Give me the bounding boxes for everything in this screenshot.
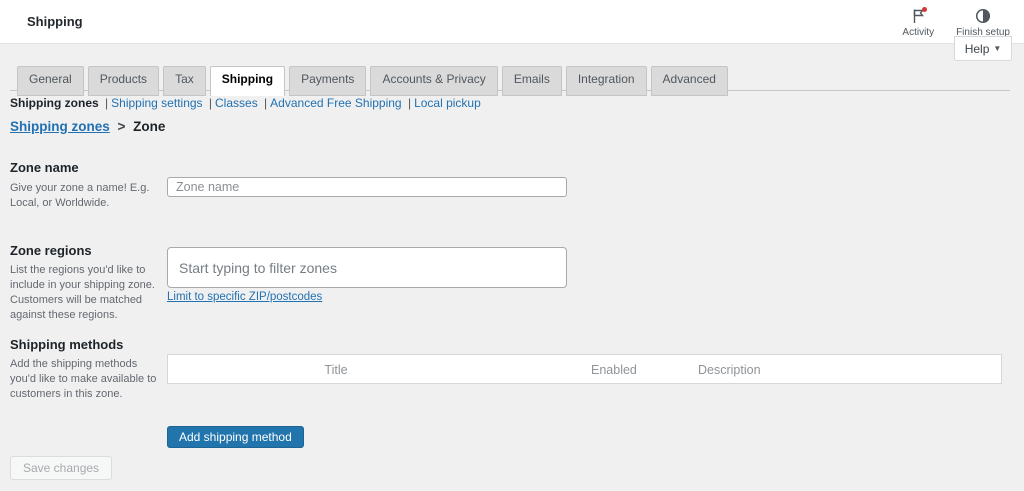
breadcrumb-shipping-zones-link[interactable]: Shipping zones bbox=[10, 119, 110, 134]
tab-payments[interactable]: Payments bbox=[289, 66, 367, 96]
table-header-title: Title bbox=[324, 363, 348, 377]
settings-tab-bar: General Products Tax Shipping Payments A… bbox=[17, 66, 728, 96]
activity-notification-dot bbox=[922, 6, 928, 12]
subnav-separator: | bbox=[264, 96, 268, 110]
add-shipping-method-button[interactable]: Add shipping method bbox=[167, 426, 304, 448]
flag-icon bbox=[909, 6, 928, 25]
zone-name-description: Give your zone a name! E.g. Local, or Wo… bbox=[10, 182, 150, 209]
save-changes-button[interactable]: Save changes bbox=[10, 456, 113, 480]
subnav-separator: | bbox=[407, 96, 412, 110]
breadcrumb-current-zone: Zone bbox=[133, 119, 166, 134]
subnav-item-shipping-zones[interactable]: Shipping zones bbox=[10, 96, 99, 110]
finish-setup-button[interactable]: Finish setup bbox=[956, 8, 1010, 38]
tab-tax[interactable]: Tax bbox=[163, 66, 206, 96]
zone-name-input[interactable] bbox=[167, 177, 567, 197]
tab-shipping[interactable]: Shipping bbox=[209, 66, 286, 96]
help-label: Help bbox=[964, 41, 990, 56]
top-actions: Activity Finish setup bbox=[902, 6, 1010, 38]
subnav-item-advanced-free-shipping[interactable]: Advanced Free Shipping bbox=[270, 96, 401, 110]
subnav-separator: | bbox=[105, 96, 109, 110]
tab-emails[interactable]: Emails bbox=[501, 66, 562, 96]
zone-regions-input[interactable] bbox=[167, 247, 567, 288]
top-bar: Shipping Activity Finish setup bbox=[0, 0, 1024, 44]
activity-button[interactable]: Activity bbox=[902, 6, 935, 38]
subnav-item-classes[interactable]: Classes bbox=[215, 96, 258, 110]
page-title: Shipping bbox=[27, 14, 83, 29]
tab-accounts-privacy[interactable]: Accounts & Privacy bbox=[370, 66, 498, 96]
zone-regions-description: List the regions you'd like to include i… bbox=[10, 264, 155, 321]
progress-circle-icon bbox=[974, 8, 992, 25]
shipping-subnav: Shipping zones | Shipping settings | Class… bbox=[10, 96, 481, 110]
subnav-separator: | bbox=[208, 96, 213, 110]
subnav-item-local-pickup[interactable]: Local pickup bbox=[414, 96, 481, 110]
tab-general[interactable]: General bbox=[17, 66, 84, 96]
shipping-methods-heading: Shipping methods bbox=[10, 337, 124, 352]
chevron-down-icon: ▼ bbox=[993, 44, 1002, 53]
subnav-item-shipping-settings[interactable]: Shipping settings bbox=[111, 96, 202, 110]
activity-label: Activity bbox=[902, 26, 935, 38]
tab-advanced[interactable]: Advanced bbox=[650, 66, 728, 96]
zone-name-heading: Zone name bbox=[10, 160, 79, 175]
help-button[interactable]: Help ▼ bbox=[954, 36, 1012, 61]
tab-products[interactable]: Products bbox=[87, 66, 160, 96]
shipping-methods-description: Add the shipping methods you'd like to m… bbox=[10, 358, 157, 400]
limit-zip-postcodes-link[interactable]: Limit to specific ZIP/postcodes bbox=[167, 291, 322, 303]
tab-integration[interactable]: Integration bbox=[565, 66, 647, 96]
shipping-methods-table: Title Enabled Description bbox=[167, 354, 1002, 384]
table-header-description: Description bbox=[698, 363, 761, 377]
table-header-enabled: Enabled bbox=[591, 363, 637, 377]
breadcrumb-separator: > bbox=[117, 119, 126, 134]
breadcrumb: Shipping zones > Zone bbox=[10, 119, 165, 134]
zone-regions-heading: Zone regions bbox=[10, 243, 92, 258]
